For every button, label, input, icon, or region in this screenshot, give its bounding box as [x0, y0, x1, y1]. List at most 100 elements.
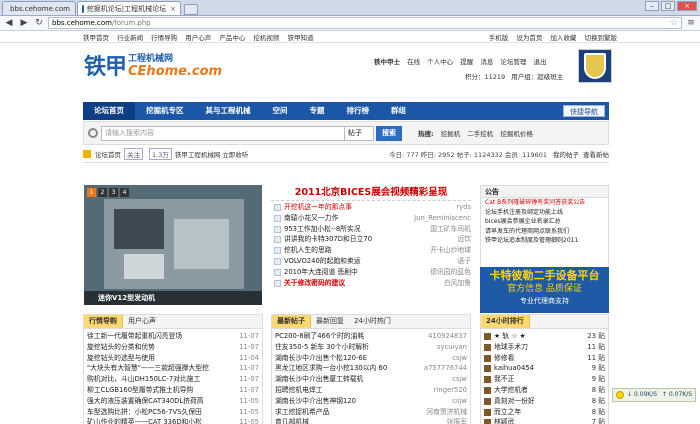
tab-24h-ranking[interactable]: 24小时排行 — [481, 315, 530, 328]
list-item[interactable]: 矿山作业的精英——CAT 336D和小松 11-05 — [87, 417, 259, 424]
hot-search-link[interactable]: 挖掘机 — [441, 130, 461, 138]
list-item[interactable]: 黑龙江地区求购一台小挖130以内 60 a757776744 — [275, 363, 467, 374]
list-item-author[interactable]: 张振军 — [447, 417, 467, 424]
notice-item[interactable]: 请早发车的代理商网点联系我们 — [481, 227, 608, 237]
top-link[interactable]: 铁甲首页 — [83, 34, 109, 42]
nav-item-space[interactable]: 空间 — [262, 102, 299, 120]
list-item-author[interactable]: ringer520 — [434, 385, 467, 396]
list-item[interactable]: 湖南长沙中介出售厦工转载机 csjw — [275, 374, 467, 385]
quick-nav-button[interactable]: 快捷导航 — [563, 105, 605, 117]
list-item-author[interactable]: csjw — [452, 396, 467, 407]
rank-item[interactable]: 林颖武 7 贴 — [484, 417, 605, 424]
news-author[interactable]: 德讯园的蓝色 — [430, 267, 471, 278]
slider-page[interactable]: 1 — [87, 188, 96, 197]
list-item[interactable]: PC200-8刷了466个时的油耗 410924837 — [275, 331, 467, 342]
forward-icon[interactable]: ▶ — [18, 18, 30, 29]
rank-user[interactable]: 大学挖机者 — [494, 385, 589, 396]
list-item-title[interactable]: 黑龙江地区求购一台小挖130以内 60 — [275, 363, 421, 374]
list-item-title[interactable]: 招聘挖机电焊工 — [275, 385, 431, 396]
news-title[interactable]: 关于修改密码的建议 — [284, 278, 441, 289]
list-item-author[interactable]: a757776744 — [424, 363, 467, 374]
notice-item[interactable]: 论坛手机注册及绑定功能上线 — [481, 208, 608, 218]
search-scope-select[interactable]: 帖子 — [344, 125, 374, 141]
bookmark-star-icon[interactable]: ☆ — [670, 18, 678, 28]
rank-item[interactable]: 地球手术刀 11 贴 — [484, 342, 605, 353]
list-item-author[interactable]: sycuiyan — [437, 342, 467, 353]
browser-tab[interactable]: bbs.cehome.com × — [2, 1, 76, 15]
tab-latest-posts[interactable]: 最新帖子 — [272, 315, 311, 328]
user-link[interactable]: 提醒 — [460, 58, 473, 66]
site-logo[interactable]: 铁甲 工程机械网 CEhome.com — [84, 49, 222, 81]
top-link[interactable]: 设为首页 — [516, 34, 542, 42]
nav-item-forum-home[interactable]: 论坛首页 — [83, 102, 135, 120]
list-item[interactable]: 旋挖钻头的选型与使用 11-04 — [87, 353, 259, 364]
hot-search-link[interactable]: 二手挖机 — [467, 130, 493, 138]
news-author[interactable]: 国工矿车司机 — [430, 224, 471, 235]
list-item[interactable]: 住友350-5 新车 30个小时解析 sycuiyan — [275, 342, 467, 353]
user-link[interactable]: 个人中心 — [427, 58, 453, 66]
wrench-icon[interactable]: ≡ — [685, 18, 697, 29]
list-item-author[interactable]: csjw — [452, 353, 467, 364]
user-link[interactable]: 论坛管理 — [500, 58, 526, 66]
breadcrumb-home[interactable]: 论坛首页 — [95, 149, 121, 159]
news-title[interactable]: 挖机人生的思路 — [284, 245, 427, 256]
top-link[interactable]: 手机版 — [489, 34, 509, 42]
tab-24h-hot[interactable]: 24小时热门 — [349, 315, 396, 328]
list-item[interactable]: 旋挖钻头的分类和优势 11-07 — [87, 342, 259, 353]
list-item[interactable]: 求工挖捉机希产品 河南萧济机械 — [275, 407, 467, 418]
nav-item-excavator[interactable]: 挖掘机专区 — [135, 102, 195, 120]
list-item-author[interactable]: 河南萧济机械 — [426, 407, 467, 418]
notice-item[interactable]: bices展会参展企业名录汇总 — [481, 217, 608, 227]
slider-caption[interactable]: 迷你V12型发动机 — [84, 291, 262, 305]
news-author[interactable]: ryds — [456, 202, 471, 213]
list-item[interactable]: 徐工新一代履带起重机闪亮登场 11-07 — [87, 331, 259, 342]
reload-icon[interactable]: ↻ — [33, 18, 45, 29]
rank-item[interactable]: kaihua0454 9 贴 — [484, 363, 605, 374]
list-item[interactable]: 柳工CLGB160型履带式推土机导购 11-07 — [87, 385, 259, 396]
top-link[interactable]: 铁甲知道 — [287, 34, 313, 42]
news-item[interactable]: 南辕小花又一力作 Jun_Reminiscenc — [271, 213, 471, 224]
news-item[interactable]: 2010年大连阅道 悲剧中 德讯园的蓝色 — [271, 267, 471, 278]
list-item-title[interactable]: 旋挖钻头的选型与使用 — [87, 353, 236, 364]
news-item[interactable]: 关于修改密码的建议 白风加鲁 — [271, 278, 471, 289]
url-input[interactable]: bbs.cehome.com/forum.php ☆ — [48, 17, 682, 29]
list-item-title[interactable]: 湖南长沙中介出售厦工转载机 — [275, 374, 449, 385]
list-item-title[interactable]: 车型选购比拼：小松PC56-7VS久保田 — [87, 407, 236, 418]
notice-item[interactable]: Cat B系列隆破碎锤有奖问答获奖公告 — [481, 198, 608, 208]
list-item[interactable]: 购机对比，斗山DH150LC-7对比施工 11-07 — [87, 374, 259, 385]
view-new-link[interactable]: 查看新帖 — [583, 149, 609, 159]
list-item[interactable]: 育几部机械 张振军 — [275, 417, 467, 424]
list-item-title[interactable]: PC200-8刷了466个时的油耗 — [275, 331, 425, 342]
user-status[interactable]: 在线 — [407, 58, 420, 66]
featured-title[interactable]: 2011北京BICES展会视频精彩呈现 — [271, 185, 471, 201]
notice-item[interactable]: 铁甲论坛追本制度及管理细则2011 — [481, 236, 608, 246]
slider-page[interactable]: 3 — [109, 188, 118, 197]
list-item-title[interactable]: 矿山作业的精英——CAT 336D和小松 — [87, 417, 236, 424]
news-author[interactable]: 白风加鲁 — [444, 278, 471, 289]
rank-user[interactable]: 我不正 — [494, 374, 589, 385]
rank-item[interactable]: 大学挖机者 8 贴 — [484, 385, 605, 396]
news-item[interactable]: 开挖机这一年的那点事 ryds — [271, 202, 471, 213]
news-title[interactable]: 开挖机这一年的那点事 — [284, 202, 453, 213]
news-title[interactable]: 南辕小花又一力作 — [284, 213, 411, 224]
rank-user[interactable]: kaihua0454 — [494, 363, 589, 374]
list-item[interactable]: 湖南长沙中介出售神钢120 csjw — [275, 396, 467, 407]
tab-latest-replies[interactable]: 最新回复 — [311, 315, 349, 328]
avatar[interactable] — [578, 49, 612, 83]
rank-user[interactable]: 修修看 — [494, 353, 584, 364]
back-icon[interactable]: ◀ — [3, 18, 15, 29]
search-button[interactable]: 搜索 — [376, 125, 402, 141]
rank-item[interactable]: 我不正 9 贴 — [484, 374, 605, 385]
news-author[interactable]: 远饮 — [457, 234, 471, 245]
rank-user[interactable]: 真刻对一份好 — [494, 396, 589, 407]
new-tab-button[interactable] — [184, 4, 198, 15]
news-title[interactable]: 讲讲我的卡特307D和日立70 — [284, 234, 454, 245]
news-item[interactable]: 讲讲我的卡特307D和日立70 远饮 — [271, 234, 471, 245]
top-link[interactable]: 挖机视频 — [253, 34, 279, 42]
rank-item[interactable]: ★ 轨 ☆ ★ 23 贴 — [484, 331, 605, 342]
news-title[interactable]: 2010年大连阅道 悲剧中 — [284, 267, 427, 278]
nav-item-groups[interactable]: 群组 — [380, 102, 417, 120]
points-value[interactable]: 11219 — [485, 73, 506, 81]
rank-user[interactable]: ★ 轨 ☆ ★ — [494, 331, 584, 342]
browser-tab-active[interactable]: 挖掘机论坛|工程机械论坛 × — [77, 1, 181, 15]
